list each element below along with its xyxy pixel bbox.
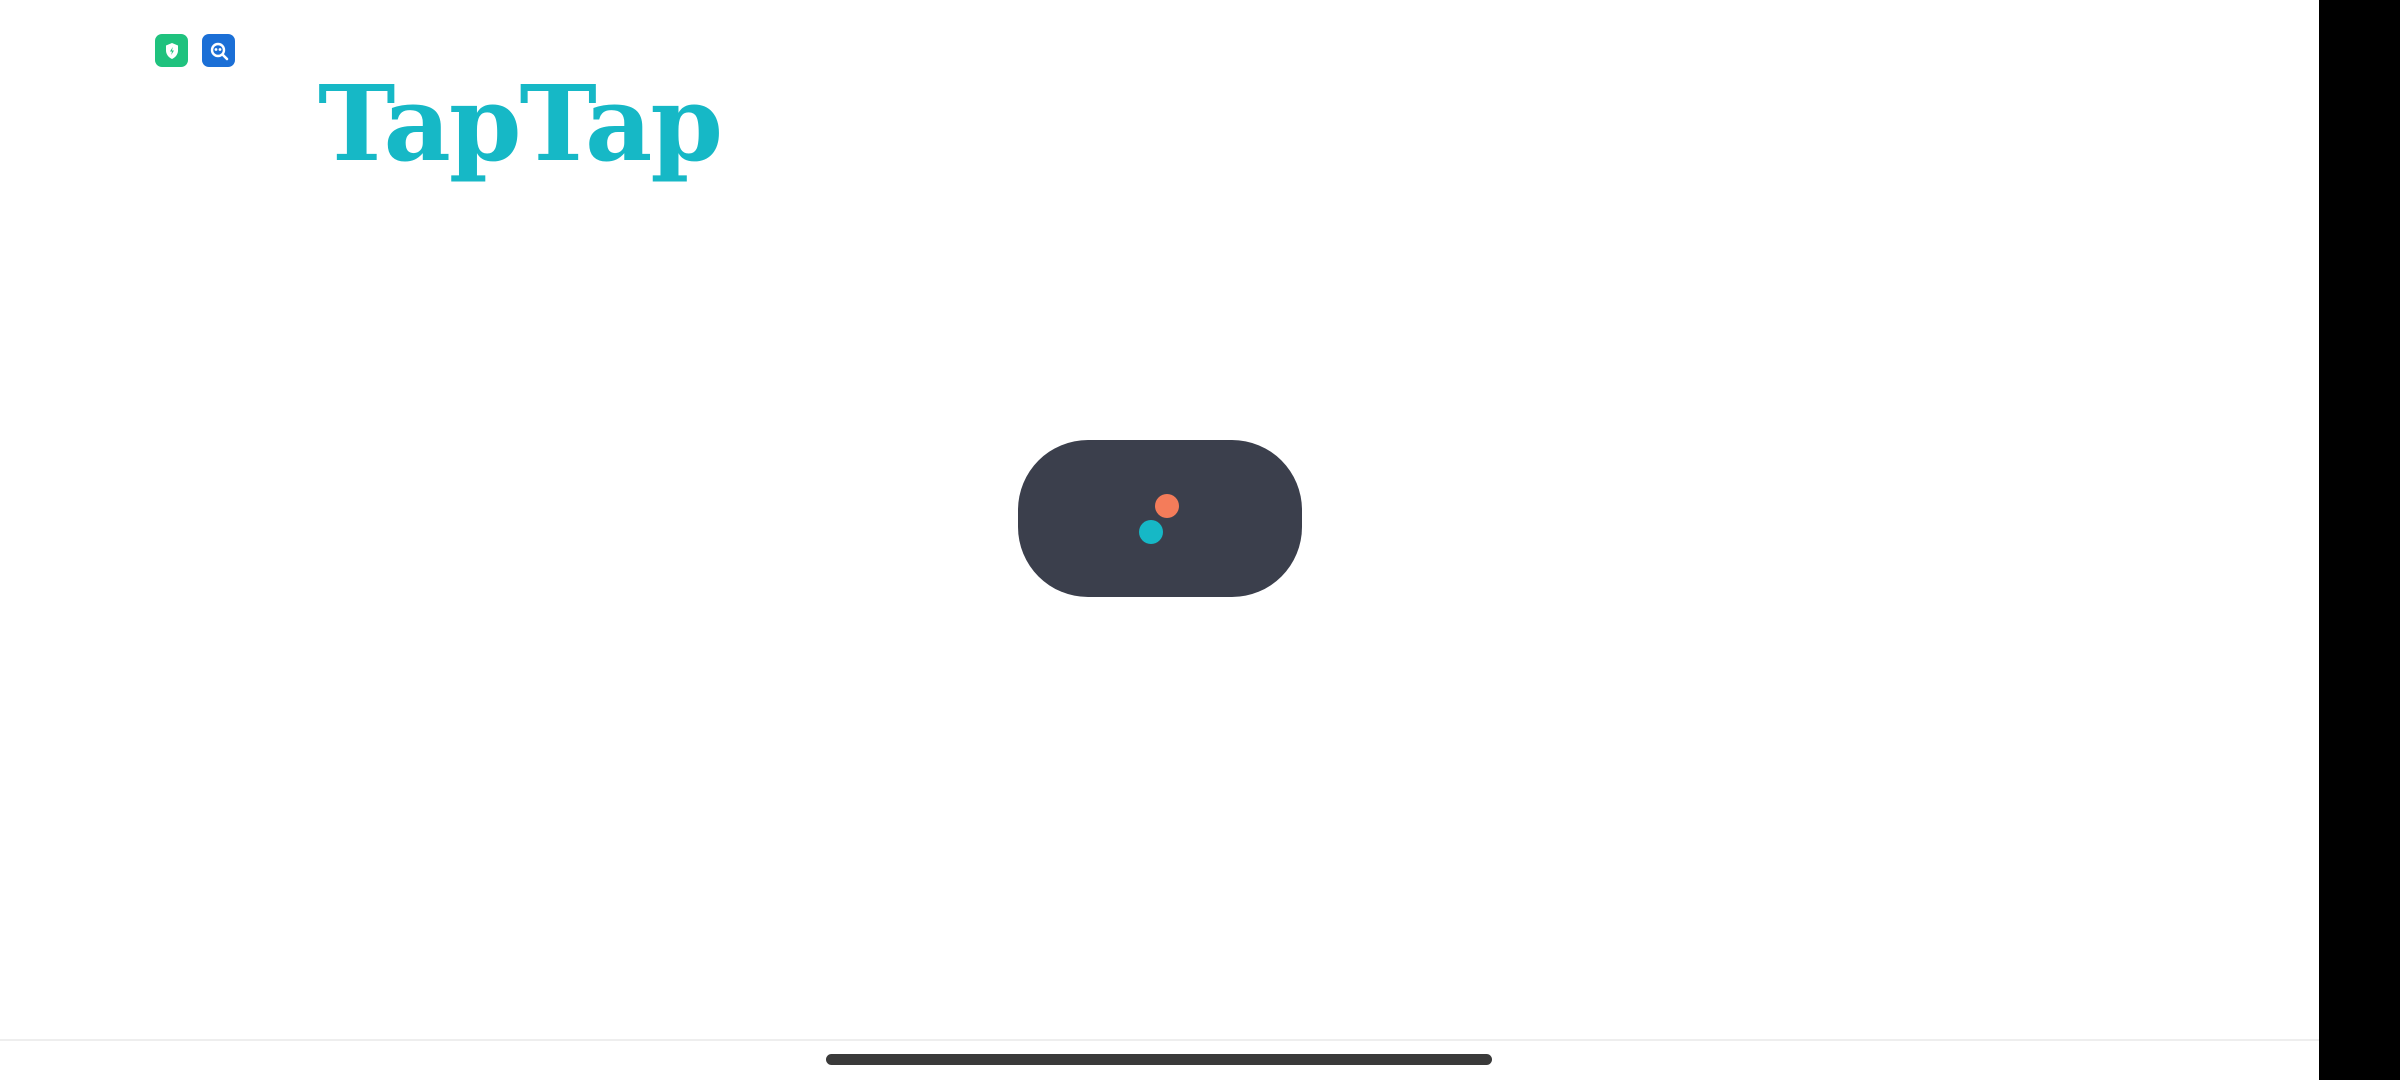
loading-dot-teal [1139,520,1163,544]
status-bar-icons [155,34,235,67]
shield-icon [155,34,188,67]
bottom-divider [0,1039,2319,1041]
screen-edge-bar [2319,0,2400,1080]
loading-dot-orange [1155,494,1179,518]
home-indicator[interactable] [826,1054,1492,1065]
loading-indicator [1018,440,1302,597]
search-lens-icon [202,34,235,67]
taptap-logo: TapTap [318,62,723,185]
splash-screen: TapTap [0,0,2400,1080]
